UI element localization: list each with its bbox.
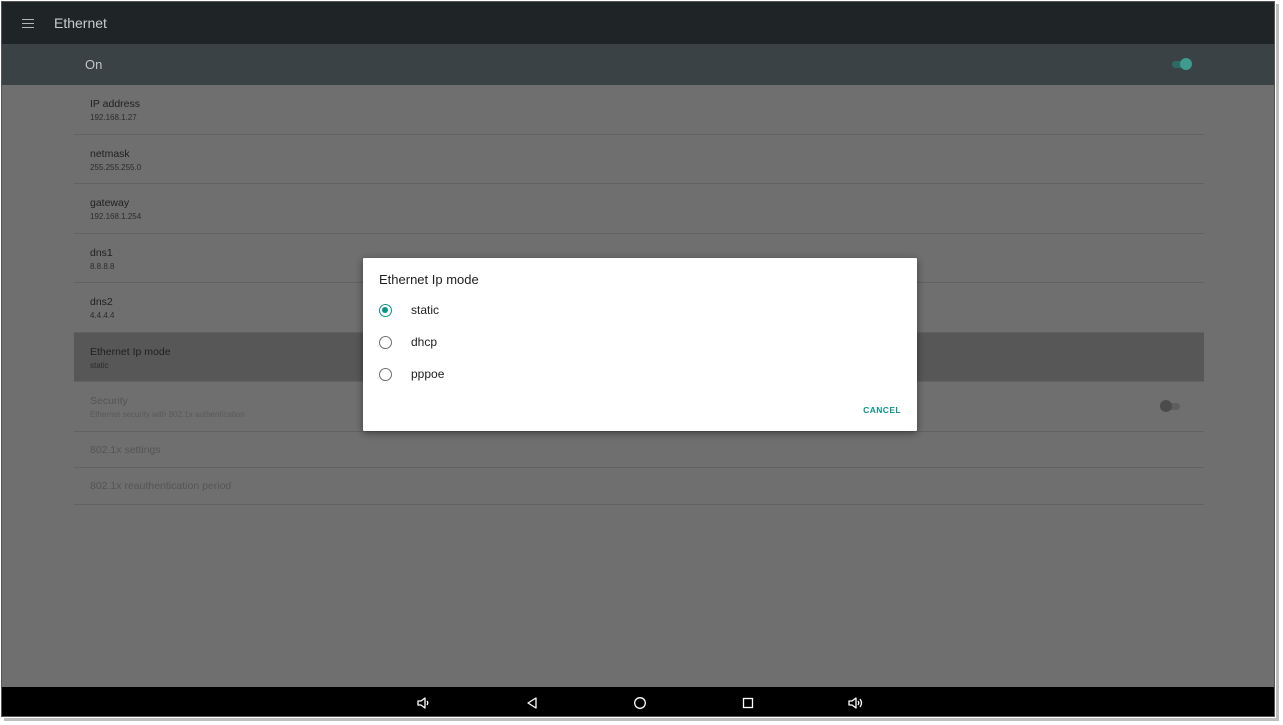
radio-button-selected[interactable] xyxy=(379,303,392,317)
ethernet-switch-bar[interactable]: On xyxy=(2,44,1274,85)
ip-mode-dialog: Ethernet Ip mode static dhcp pppoe CANCE… xyxy=(363,258,917,431)
ethernet-settings-window: Ethernet On IP address 192.168.1.27 netm… xyxy=(1,1,1275,717)
window-shadow xyxy=(1276,4,1279,720)
setting-ip-address[interactable]: IP address 192.168.1.27 xyxy=(74,85,1204,135)
setting-title: netmask xyxy=(90,147,130,160)
setting-8021x-settings[interactable]: 802.1x settings xyxy=(74,432,1204,468)
setting-title: IP address xyxy=(90,98,141,110)
setting-title: 802.1x settings xyxy=(90,443,161,456)
dialog-title: Ethernet Ip mode xyxy=(379,272,479,287)
option-label: static xyxy=(411,303,440,317)
cancel-button[interactable]: CANCEL xyxy=(863,405,901,415)
switch-bar-label: On xyxy=(85,57,103,72)
setting-value: 192.168.1.27 xyxy=(90,113,137,122)
setting-8021x-reauth-period[interactable]: 802.1x reauthentication period xyxy=(74,468,1204,505)
setting-gateway[interactable]: gateway 192.168.1.254 xyxy=(74,184,1204,234)
setting-title: dns1 xyxy=(90,246,113,259)
system-navigation-bar xyxy=(2,687,1274,716)
volume-up-icon[interactable] xyxy=(847,694,865,712)
page-title: Ethernet xyxy=(54,15,107,31)
option-dhcp[interactable]: dhcp xyxy=(379,331,437,353)
option-label: pppoe xyxy=(411,367,445,381)
volume-down-icon[interactable] xyxy=(414,694,432,712)
app-bar: Ethernet xyxy=(2,2,1274,44)
setting-value: 255.255.255.0 xyxy=(90,162,142,172)
menu-icon[interactable] xyxy=(2,2,54,44)
radio-button[interactable] xyxy=(379,367,392,381)
back-icon[interactable] xyxy=(523,694,541,712)
setting-title: 802.1x reauthentication period xyxy=(90,480,232,492)
home-icon[interactable] xyxy=(631,694,649,712)
setting-title: gateway xyxy=(90,197,130,209)
option-pppoe[interactable]: pppoe xyxy=(379,363,444,385)
option-static[interactable]: static xyxy=(379,299,439,321)
security-toggle[interactable] xyxy=(1160,400,1180,412)
window-shadow xyxy=(4,718,1279,721)
recents-icon[interactable] xyxy=(739,694,757,712)
ethernet-toggle[interactable] xyxy=(1172,58,1192,70)
radio-button[interactable] xyxy=(379,335,392,349)
option-label: dhcp xyxy=(411,335,438,349)
setting-value: 192.168.1.254 xyxy=(90,212,142,221)
setting-netmask[interactable]: netmask 255.255.255.0 xyxy=(74,135,1204,184)
